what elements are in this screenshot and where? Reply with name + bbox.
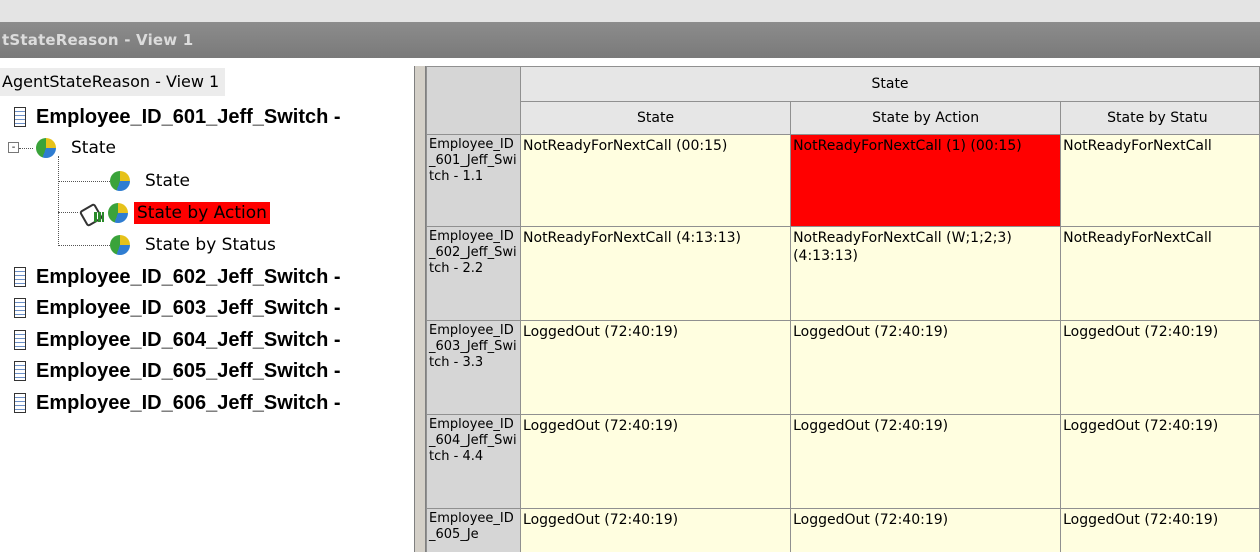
grid-cell[interactable]: LoggedOut (72:40:19) xyxy=(1060,414,1260,509)
tree-item-employee-601[interactable]: Employee_ID_601_Jeff_Switch - xyxy=(14,102,341,132)
grid-cell[interactable]: NotReadyForNextCall (W;1;2;3) (4:13:13) xyxy=(790,226,1062,321)
grid-cell[interactable]: NotReadyForNextCall (00:15) xyxy=(520,134,792,227)
document-icon xyxy=(14,393,26,413)
document-icon xyxy=(14,330,26,350)
pie-chart-icon xyxy=(110,171,130,191)
employee-label: Employee_ID_605_Jeff_Switch - xyxy=(36,359,341,382)
grid-cell[interactable]: LoggedOut (72:40:19) xyxy=(520,414,792,509)
window-title-bar: tStateReason - View 1 xyxy=(0,22,1260,58)
grid-cell[interactable]: LoggedOut (72:40:19) xyxy=(1060,508,1260,552)
state-group-label: State xyxy=(71,138,116,158)
tree-item-state-group[interactable]: State xyxy=(36,133,119,163)
document-icon xyxy=(14,107,26,127)
grid-cell[interactable]: LoggedOut (72:40:19) xyxy=(790,508,1062,552)
tree-pane: AgentStateReason - View 1 Employee_ID_60… xyxy=(0,66,414,552)
tree-item-employee-603[interactable]: Employee_ID_603_Jeff_Switch - xyxy=(14,293,341,323)
state-view-label: State xyxy=(145,171,190,191)
action-tool-icon xyxy=(78,202,106,228)
grid-cell[interactable]: NotReadyForNextCall (4:13:13) xyxy=(520,226,792,321)
grid-cell[interactable]: LoggedOut (72:40:19) xyxy=(520,320,792,415)
tree-item-employee-606[interactable]: Employee_ID_606_Jeff_Switch - xyxy=(14,388,341,418)
column-header-state-by-status[interactable]: State by Statu xyxy=(1060,101,1260,135)
pie-chart-icon xyxy=(110,235,130,255)
tree-item-state-by-status[interactable]: State by Status xyxy=(110,230,279,260)
document-icon xyxy=(14,267,26,287)
top-strip xyxy=(0,0,1260,23)
grid-cell[interactable]: LoggedOut (72:40:19) xyxy=(790,414,1062,509)
grid-cell-highlighted[interactable]: NotReadyForNextCall (1) (00:15) xyxy=(790,134,1062,227)
document-icon xyxy=(14,361,26,381)
document-icon xyxy=(14,298,26,318)
results-grid: State State State by Action State by Sta… xyxy=(426,66,1260,552)
window-title: tStateReason - View 1 xyxy=(2,31,194,49)
grid-cell[interactable]: NotReadyForNextCall xyxy=(1060,226,1260,321)
grid-corner xyxy=(426,66,522,135)
pane-splitter[interactable] xyxy=(414,66,426,552)
collapse-toggle[interactable]: - xyxy=(8,142,19,153)
state-by-status-label: State by Status xyxy=(145,235,276,255)
column-header-state-by-action[interactable]: State by Action xyxy=(790,101,1062,135)
tree-item-state-by-action[interactable]: State by Action xyxy=(78,198,270,228)
tree-root-label[interactable]: AgentStateReason - View 1 xyxy=(0,68,226,96)
tree-item-employee-604[interactable]: Employee_ID_604_Jeff_Switch - xyxy=(14,325,341,355)
employee-label: Employee_ID_603_Jeff_Switch - xyxy=(36,296,341,319)
tree-item-employee-602[interactable]: Employee_ID_602_Jeff_Switch - xyxy=(14,262,341,292)
pie-chart-icon xyxy=(108,203,128,223)
grid-cell[interactable]: LoggedOut (72:40:19) xyxy=(1060,320,1260,415)
employee-label: Employee_ID_601_Jeff_Switch - xyxy=(36,105,341,128)
state-by-action-label: State by Action xyxy=(134,202,270,224)
employee-label: Employee_ID_604_Jeff_Switch - xyxy=(36,328,341,351)
row-header: Employee_ID_604_Jeff_Switch - 4.4 xyxy=(426,414,522,509)
employee-label: Employee_ID_606_Jeff_Switch - xyxy=(36,391,341,414)
results-grid-pane: State State State by Action State by Sta… xyxy=(426,66,1260,552)
tree-item-employee-605[interactable]: Employee_ID_605_Jeff_Switch - xyxy=(14,356,341,386)
group-header: State xyxy=(520,66,1260,102)
grid-cell[interactable]: LoggedOut (72:40:19) xyxy=(520,508,792,552)
employee-label: Employee_ID_602_Jeff_Switch - xyxy=(36,265,341,288)
row-header: Employee_ID_603_Jeff_Switch - 3.3 xyxy=(426,320,522,415)
grid-cell[interactable]: NotReadyForNextCall xyxy=(1060,134,1260,227)
row-header: Employee_ID_605_Je xyxy=(426,508,522,552)
row-header: Employee_ID_601_Jeff_Switch - 1.1 xyxy=(426,134,522,227)
column-header-state[interactable]: State xyxy=(520,101,792,135)
row-header: Employee_ID_602_Jeff_Switch - 2.2 xyxy=(426,226,522,321)
tree-item-state[interactable]: State xyxy=(110,166,193,196)
grid-cell[interactable]: LoggedOut (72:40:19) xyxy=(790,320,1062,415)
pie-chart-icon xyxy=(36,138,56,158)
